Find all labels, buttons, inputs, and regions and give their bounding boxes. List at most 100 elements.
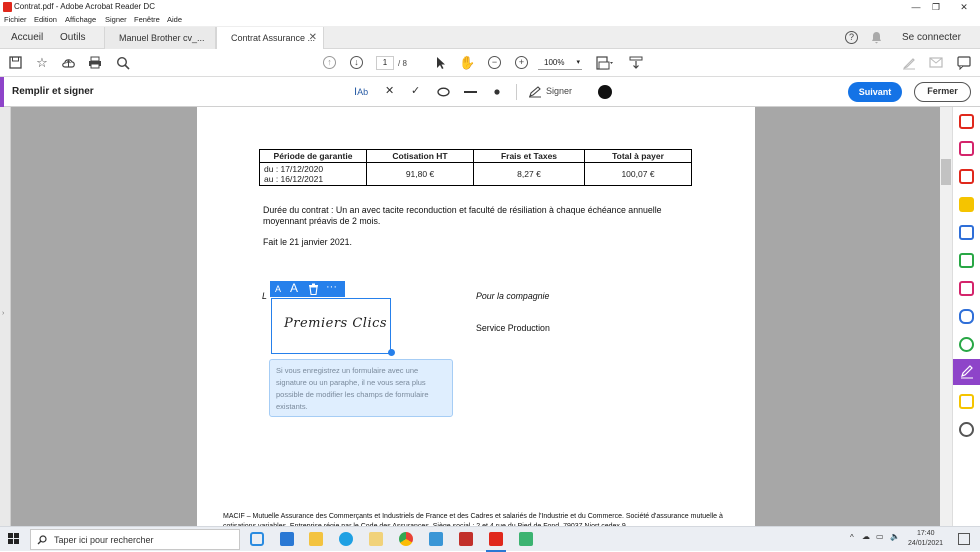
task-view-icon[interactable]	[250, 532, 264, 546]
check-mark-tool[interactable]: ✓	[411, 84, 420, 97]
export-pdf-icon[interactable]	[959, 169, 974, 184]
windows-start-icon[interactable]	[8, 533, 20, 545]
table-header: Cotisation HT	[366, 149, 474, 163]
tab-accueil[interactable]: Accueil	[11, 32, 43, 43]
maximize-button[interactable]: ❐	[922, 0, 950, 14]
maps-app-icon[interactable]	[519, 532, 533, 546]
bell-icon[interactable]	[871, 31, 882, 44]
fill-sign-rail-item[interactable]	[953, 359, 980, 385]
fill-tool-icon[interactable]	[959, 281, 974, 296]
fill-sign-accent	[0, 77, 4, 107]
zoom-in-icon[interactable]: +	[515, 56, 528, 69]
chrome-icon[interactable]	[399, 532, 413, 546]
folder-icon[interactable]	[369, 532, 383, 546]
cross-mark-tool[interactable]: ✕	[385, 84, 394, 97]
increase-size-button[interactable]: A	[290, 281, 298, 295]
page-display-icon[interactable]	[596, 56, 614, 70]
page-total: / 8	[398, 59, 407, 68]
close-tab-icon[interactable]: ✕	[309, 32, 317, 43]
upload-cloud-icon[interactable]	[61, 56, 76, 69]
search-icon	[37, 535, 47, 545]
tab-bar: Accueil Outils Manuel Brother cv_... Con…	[0, 26, 980, 49]
menu-signer[interactable]: Signer	[105, 15, 127, 24]
ellipse-tool-icon[interactable]	[437, 87, 450, 97]
comment-tool-icon[interactable]	[959, 197, 974, 212]
clock-time[interactable]: 17:40	[917, 530, 935, 537]
previous-page-icon[interactable]: ↑	[323, 56, 336, 69]
service-label: Service Production	[476, 323, 550, 333]
close-fill-sign-button[interactable]: Fermer	[914, 82, 971, 102]
next-page-icon[interactable]: ↓	[350, 56, 363, 69]
vertical-scrollbar[interactable]	[940, 107, 952, 526]
photos-icon[interactable]	[429, 532, 443, 546]
decrease-size-button[interactable]: A	[275, 284, 281, 294]
taskbar-search[interactable]: Taper ici pour rechercher	[30, 529, 240, 550]
table-cell-cotisation: 91,80 €	[366, 162, 474, 186]
left-pane-collapsed[interactable]: ›	[0, 107, 11, 526]
organize-pages-icon[interactable]	[959, 141, 974, 156]
comment-icon[interactable]	[957, 56, 971, 70]
menu-aide[interactable]: Aide	[167, 15, 182, 24]
create-pdf-icon[interactable]	[959, 114, 974, 129]
scan-icon[interactable]	[959, 225, 974, 240]
next-button[interactable]: Suivant	[848, 82, 902, 102]
add-text-tool[interactable]: IAb	[354, 86, 368, 98]
enhance-icon[interactable]	[959, 337, 974, 352]
more-tools-icon[interactable]	[959, 422, 974, 437]
tab-label: Manuel Brother cv_...	[119, 33, 205, 43]
print-icon[interactable]	[88, 56, 102, 69]
menu-edition[interactable]: Edition	[34, 15, 57, 24]
file-explorer-icon[interactable]	[309, 532, 323, 546]
scroll-mode-icon[interactable]	[629, 56, 643, 70]
fill-sign-toolbar: Remplir et signer IAb ✕ ✓ Signer Suivant…	[0, 77, 980, 107]
pen-sign-icon	[529, 86, 541, 98]
scrollbar-thumb[interactable]	[941, 159, 951, 185]
sign-in-link[interactable]: Se connecter	[902, 32, 961, 43]
zoom-out-icon[interactable]: −	[488, 56, 501, 69]
trash-icon[interactable]	[308, 283, 319, 295]
network-icon[interactable]: ▭	[876, 532, 884, 541]
dot-tool-icon[interactable]	[494, 89, 500, 95]
skype-icon[interactable]	[339, 532, 353, 546]
app-puzzle-icon[interactable]	[459, 532, 473, 546]
tray-chevron-icon[interactable]: ^	[850, 533, 854, 542]
tab-outils[interactable]: Outils	[60, 32, 86, 43]
hand-tool-icon[interactable]: ✋	[459, 55, 475, 71]
help-icon[interactable]: ?	[845, 31, 858, 44]
edit-pdf-icon[interactable]	[959, 253, 974, 268]
cloud-tray-icon[interactable]: ☁	[862, 532, 870, 541]
company-label: Pour la compagnie	[476, 291, 550, 301]
sign-label: Signer	[546, 86, 573, 96]
tab-document-contrat[interactable]: Contrat Assurance ... ✕	[216, 27, 324, 49]
fill-sign-label: Remplir et signer	[12, 86, 94, 97]
expand-pane-icon[interactable]: ›	[2, 310, 4, 317]
resize-handle[interactable]	[388, 349, 395, 356]
protect-icon[interactable]	[959, 309, 974, 324]
signature-field[interactable]: Premiers Clics	[271, 298, 391, 354]
volume-icon[interactable]: 🔈	[890, 532, 900, 541]
page-number-input[interactable]: 1	[376, 56, 394, 70]
title-bar: Contrat.pdf - Adobe Acrobat Reader DC — …	[0, 0, 980, 14]
select-cursor-icon[interactable]	[436, 56, 446, 70]
send-review-icon[interactable]	[959, 394, 974, 409]
taskbar-search-placeholder: Taper ici pour rechercher	[54, 535, 154, 545]
notifications-icon[interactable]	[958, 533, 970, 545]
bookmark-star-icon[interactable]: ☆	[34, 55, 50, 71]
acrobat-taskbar-icon[interactable]	[489, 532, 503, 546]
menu-fenetre[interactable]: Fenêtre	[134, 15, 160, 24]
menu-fichier[interactable]: Fichier	[4, 15, 27, 24]
line-tool-icon[interactable]	[464, 90, 477, 94]
sign-button[interactable]: Signer	[528, 85, 576, 99]
save-icon[interactable]	[9, 56, 22, 69]
outlook-icon[interactable]	[280, 532, 294, 546]
more-options-icon[interactable]: ···	[326, 281, 337, 293]
mail-icon[interactable]	[929, 57, 943, 68]
zoom-select[interactable]: 100% ▾	[538, 56, 582, 70]
clock-date[interactable]: 24/01/2021	[908, 540, 943, 547]
color-picker-icon[interactable]	[598, 85, 612, 99]
tab-document-manuel[interactable]: Manuel Brother cv_...	[104, 27, 216, 49]
sign-tool-icon[interactable]	[902, 56, 916, 70]
close-window-button[interactable]: ✕	[950, 0, 978, 14]
menu-affichage[interactable]: Affichage	[65, 15, 96, 24]
search-icon[interactable]	[116, 56, 130, 70]
